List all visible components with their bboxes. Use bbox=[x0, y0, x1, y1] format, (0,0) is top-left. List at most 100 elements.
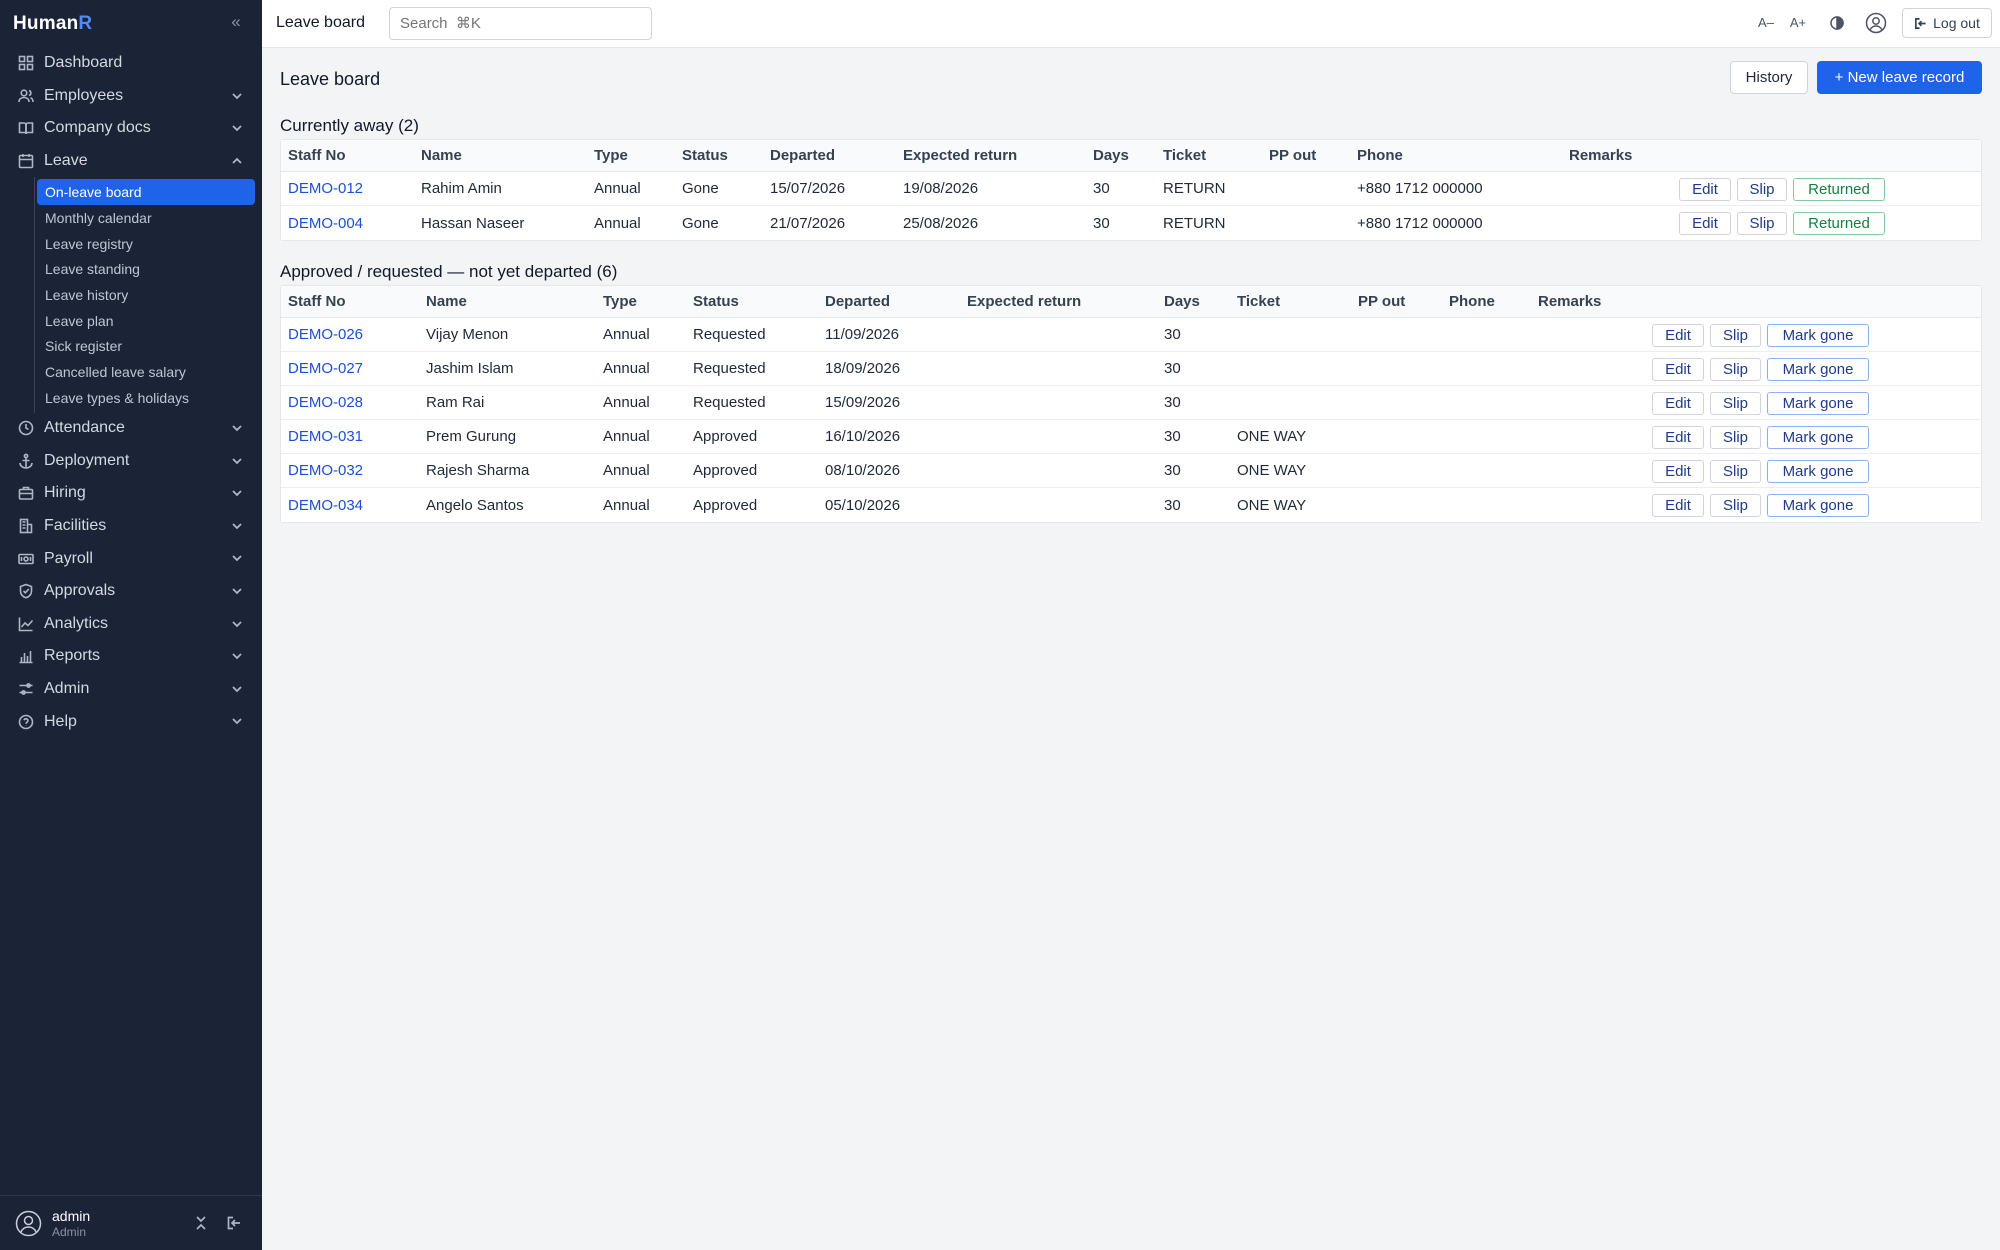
mark-gone-button[interactable]: Mark gone bbox=[1767, 324, 1869, 347]
mark-gone-button[interactable]: Mark gone bbox=[1767, 358, 1869, 381]
search-input[interactable] bbox=[389, 7, 652, 40]
cell-days: 30 bbox=[1093, 214, 1110, 232]
slip-button[interactable]: Slip bbox=[1710, 358, 1761, 381]
away-table: Staff No Name Type Status Departed Expec… bbox=[280, 139, 1982, 241]
font-larger-button[interactable]: A+ bbox=[1786, 12, 1810, 34]
edit-button[interactable]: Edit bbox=[1652, 358, 1704, 381]
staff-link[interactable]: DEMO-034 bbox=[288, 497, 363, 514]
mark-gone-button[interactable]: Mark gone bbox=[1767, 426, 1869, 449]
header-ticket: Ticket bbox=[1163, 147, 1207, 164]
staff-link[interactable]: DEMO-004 bbox=[288, 215, 363, 232]
leave-submenu: On-leave board Monthly calendar Leave re… bbox=[34, 177, 262, 413]
brand-accent: R bbox=[78, 13, 93, 34]
chevron-down-icon bbox=[230, 454, 244, 468]
collapse-sidebar-icon[interactable]: « bbox=[226, 12, 246, 32]
cell-days: 30 bbox=[1164, 428, 1181, 445]
cell-days: 30 bbox=[1164, 394, 1181, 411]
staff-link[interactable]: DEMO-012 bbox=[288, 180, 363, 197]
edit-button[interactable]: Edit bbox=[1652, 324, 1704, 347]
slip-button[interactable]: Slip bbox=[1737, 212, 1787, 235]
slip-button[interactable]: Slip bbox=[1710, 426, 1761, 449]
returned-button[interactable]: Returned bbox=[1793, 212, 1885, 235]
user-role: Admin bbox=[52, 1225, 87, 1239]
sidebar-item-on-leave-board[interactable]: On-leave board bbox=[37, 179, 255, 206]
staff-link[interactable]: DEMO-031 bbox=[288, 428, 363, 445]
cell-type: Annual bbox=[603, 360, 650, 377]
staff-link[interactable]: DEMO-032 bbox=[288, 462, 363, 479]
sidebar-item-monthly-calendar[interactable]: Monthly calendar bbox=[35, 205, 255, 231]
cell-type: Annual bbox=[603, 394, 650, 411]
sidebar-item-hiring[interactable]: Hiring bbox=[0, 477, 262, 510]
sidebar-item-payroll[interactable]: Payroll bbox=[0, 542, 262, 575]
sidebar-item-leave-plan[interactable]: Leave plan bbox=[35, 308, 255, 334]
pending-table: Staff No Name Type Status Departed Expec… bbox=[280, 285, 1982, 523]
header-remarks: Remarks bbox=[1538, 293, 1602, 310]
chevron-down-icon bbox=[230, 649, 244, 663]
expand-collapse-icon[interactable] bbox=[193, 1215, 209, 1231]
edit-button[interactable]: Edit bbox=[1652, 494, 1704, 517]
logout-icon[interactable] bbox=[226, 1215, 242, 1231]
sidebar-item-dashboard[interactable]: Dashboard bbox=[0, 47, 262, 80]
table-row: DEMO-028 Ram Rai Annual Requested 15/09/… bbox=[281, 386, 1981, 420]
sidebar-item-facilities[interactable]: Facilities bbox=[0, 510, 262, 543]
chevron-down-icon bbox=[230, 551, 244, 565]
table-row: DEMO-034 Angelo Santos Annual Approved 0… bbox=[281, 488, 1981, 522]
chevron-down-icon bbox=[230, 584, 244, 598]
edit-button[interactable]: Edit bbox=[1652, 426, 1704, 449]
contrast-icon[interactable] bbox=[1826, 12, 1848, 34]
mark-gone-button[interactable]: Mark gone bbox=[1767, 392, 1869, 415]
sidebar-item-cancelled-leave-salary[interactable]: Cancelled leave salary bbox=[35, 359, 255, 385]
sidebar-item-leave-standing[interactable]: Leave standing bbox=[35, 256, 255, 282]
header-name: Name bbox=[421, 147, 462, 164]
cell-status: Approved bbox=[693, 496, 758, 514]
sidebar-item-analytics[interactable]: Analytics bbox=[0, 608, 262, 641]
returned-button[interactable]: Returned bbox=[1793, 178, 1885, 201]
sidebar-item-approvals[interactable]: Approvals bbox=[0, 575, 262, 608]
chevron-up-icon bbox=[230, 154, 244, 168]
cell-status: Requested bbox=[693, 326, 766, 343]
cell-type: Annual bbox=[603, 496, 650, 514]
edit-button[interactable]: Edit bbox=[1652, 392, 1704, 415]
logout-button[interactable]: Log out bbox=[1902, 8, 1992, 38]
book-icon bbox=[18, 120, 34, 136]
edit-button[interactable]: Edit bbox=[1679, 212, 1731, 235]
sidebar-item-leave[interactable]: Leave bbox=[0, 145, 262, 178]
slip-button[interactable]: Slip bbox=[1710, 460, 1761, 483]
slip-button[interactable]: Slip bbox=[1710, 392, 1761, 415]
brand-logo[interactable]: HumanR bbox=[13, 13, 92, 35]
font-smaller-button[interactable]: A– bbox=[1754, 12, 1778, 34]
staff-link[interactable]: DEMO-026 bbox=[288, 326, 363, 343]
sidebar-nav-lower: Attendance Deployment Hiring Facilities … bbox=[0, 412, 262, 738]
chevron-down-icon bbox=[230, 519, 244, 533]
sidebar-item-leave-history[interactable]: Leave history bbox=[35, 282, 255, 308]
history-button[interactable]: History bbox=[1730, 61, 1808, 94]
sidebar-item-sick-register[interactable]: Sick register bbox=[35, 334, 255, 360]
sidebar-item-leave-registry[interactable]: Leave registry bbox=[35, 231, 255, 257]
slip-button[interactable]: Slip bbox=[1710, 494, 1761, 517]
sidebar-item-help[interactable]: Help bbox=[0, 705, 262, 738]
table-header: Staff No Name Type Status Departed Expec… bbox=[281, 140, 1981, 172]
sidebar-item-leave-types-holidays[interactable]: Leave types & holidays bbox=[35, 385, 255, 411]
slip-button[interactable]: Slip bbox=[1710, 324, 1761, 347]
user-circle-icon[interactable] bbox=[1865, 12, 1887, 34]
mark-gone-button[interactable]: Mark gone bbox=[1767, 494, 1869, 517]
page-title: Leave board bbox=[280, 69, 381, 89]
cell-departed: 08/10/2026 bbox=[825, 462, 901, 479]
mark-gone-button[interactable]: Mark gone bbox=[1767, 460, 1869, 483]
new-leave-record-button[interactable]: + New leave record bbox=[1817, 61, 1982, 94]
sidebar-item-attendance[interactable]: Attendance bbox=[0, 412, 262, 445]
sidebar-item-employees[interactable]: Employees bbox=[0, 80, 262, 113]
staff-link[interactable]: DEMO-027 bbox=[288, 360, 363, 377]
edit-button[interactable]: Edit bbox=[1679, 178, 1731, 201]
slip-button[interactable]: Slip bbox=[1737, 178, 1787, 201]
header-phone: Phone bbox=[1449, 293, 1495, 310]
header-phone: Phone bbox=[1357, 147, 1403, 164]
sidebar-item-deployment[interactable]: Deployment bbox=[0, 445, 262, 478]
sidebar-item-admin[interactable]: Admin bbox=[0, 673, 262, 706]
sidebar-item-company-docs[interactable]: Company docs bbox=[0, 112, 262, 145]
edit-button[interactable]: Edit bbox=[1652, 460, 1704, 483]
header-ticket: Ticket bbox=[1237, 293, 1281, 310]
staff-link[interactable]: DEMO-028 bbox=[288, 394, 363, 411]
avatar-icon[interactable] bbox=[15, 1210, 42, 1237]
sidebar-item-reports[interactable]: Reports bbox=[0, 640, 262, 673]
